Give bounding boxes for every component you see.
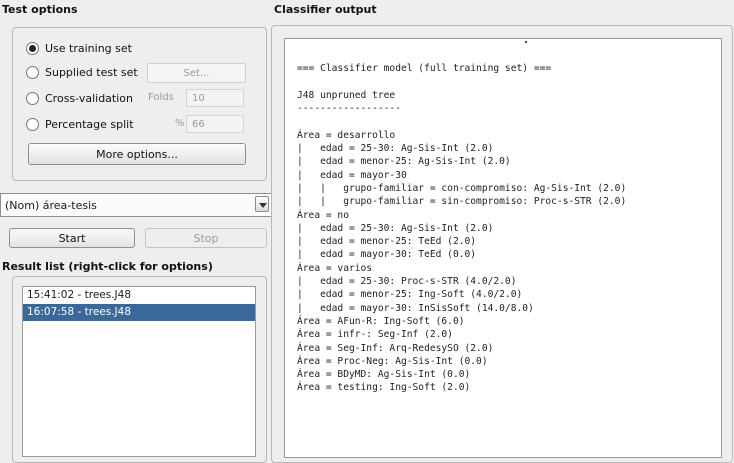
chevron-down-icon[interactable] <box>255 196 269 212</box>
output-line: | edad = menor-25: Ing-Soft (4.0/2.0) <box>297 289 523 301</box>
radio-button-icon <box>26 41 39 55</box>
test-options-title: Test options <box>2 3 78 16</box>
output-line: Área = testing: Ing-Soft (2.0) <box>297 382 471 394</box>
result-list-title: Result list (right-click for options) <box>2 260 213 273</box>
output-line: | edad = mayor-30: TeEd (0.0) <box>297 249 477 261</box>
more-options-button[interactable]: More options... <box>28 143 246 165</box>
output-line: | edad = 25-30: Ag-Sis-Int (2.0) <box>297 222 494 234</box>
output-line: ------------------ <box>297 103 401 115</box>
output-line: === Classifier model (full training set)… <box>297 63 552 75</box>
radio-use-training-set[interactable]: Use training set <box>26 39 132 57</box>
set-button[interactable]: Set... <box>147 63 246 83</box>
output-line: Área = BDyMD: Ag-Sis-Int (0.0) <box>297 369 471 381</box>
output-line: Área = desarrollo <box>297 129 396 141</box>
start-button[interactable]: Start <box>9 228 135 248</box>
radio-button-icon <box>26 65 39 79</box>
result-list-item[interactable]: 15:41:02 - trees.J48 <box>23 287 255 304</box>
output-line: Área = Seg-Inf: Arq-RedesySO (2.0) <box>297 342 494 354</box>
radio-cross-validation[interactable]: Cross-validation <box>26 89 133 107</box>
output-line: | edad = 25-30: Proc-s-STR (4.0/2.0) <box>297 276 517 288</box>
scroll-indicator <box>525 41 527 43</box>
radio-button-icon <box>26 117 39 131</box>
result-list-item[interactable]: 16:07:58 - trees.J48 <box>23 304 255 321</box>
radio-supplied-test-set[interactable]: Supplied test set <box>26 63 138 81</box>
output-line: | edad = menor-25: TeEd (2.0) <box>297 236 477 248</box>
folds-field[interactable]: 10 <box>186 89 244 107</box>
output-line: Área = Proc-Neg: Ag-Sis-Int (0.0) <box>297 355 488 367</box>
class-attribute-select[interactable]: (Nom) área-tesis <box>0 193 272 217</box>
output-line: Área = AFun-R: Ing-Soft (6.0) <box>297 315 465 327</box>
output-line: Área = no <box>297 209 349 221</box>
output-line: | | grupo-familiar = sin-compromiso: Pro… <box>297 196 627 208</box>
class-attribute-value: (Nom) área-tesis <box>5 198 97 212</box>
output-line: | | grupo-familiar = con-compromiso: Ag-… <box>297 182 627 194</box>
stop-button[interactable]: Stop <box>145 228 267 248</box>
folds-label: Folds <box>148 92 174 103</box>
output-line: | edad = 25-30: Ag-Sis-Int (2.0) <box>297 143 494 155</box>
output-line: | edad = mayor-30 <box>297 169 407 181</box>
output-line: J48 unpruned tree <box>297 89 396 101</box>
classifier-output-text-area[interactable]: === Classifier model (full training set)… <box>284 38 722 458</box>
percent-field[interactable]: 66 <box>186 115 244 133</box>
output-line: | edad = menor-25: Ag-Sis-Int (2.0) <box>297 156 511 168</box>
classifier-output-text: === Classifier model (full training set)… <box>297 49 626 395</box>
result-list[interactable]: 15:41:02 - trees.J48 16:07:58 - trees.J4… <box>22 286 256 457</box>
radio-button-icon <box>26 91 39 105</box>
radio-percentage-split[interactable]: Percentage split <box>26 115 134 133</box>
percent-label: % <box>175 118 185 129</box>
output-line: Área = infr-: Seg-Inf (2.0) <box>297 329 453 341</box>
classifier-output-title: Classifier output <box>274 3 377 16</box>
output-line: | edad = mayor-30: InSisSoft (14.0/8.0) <box>297 302 534 314</box>
output-line: Área = varios <box>297 262 373 274</box>
